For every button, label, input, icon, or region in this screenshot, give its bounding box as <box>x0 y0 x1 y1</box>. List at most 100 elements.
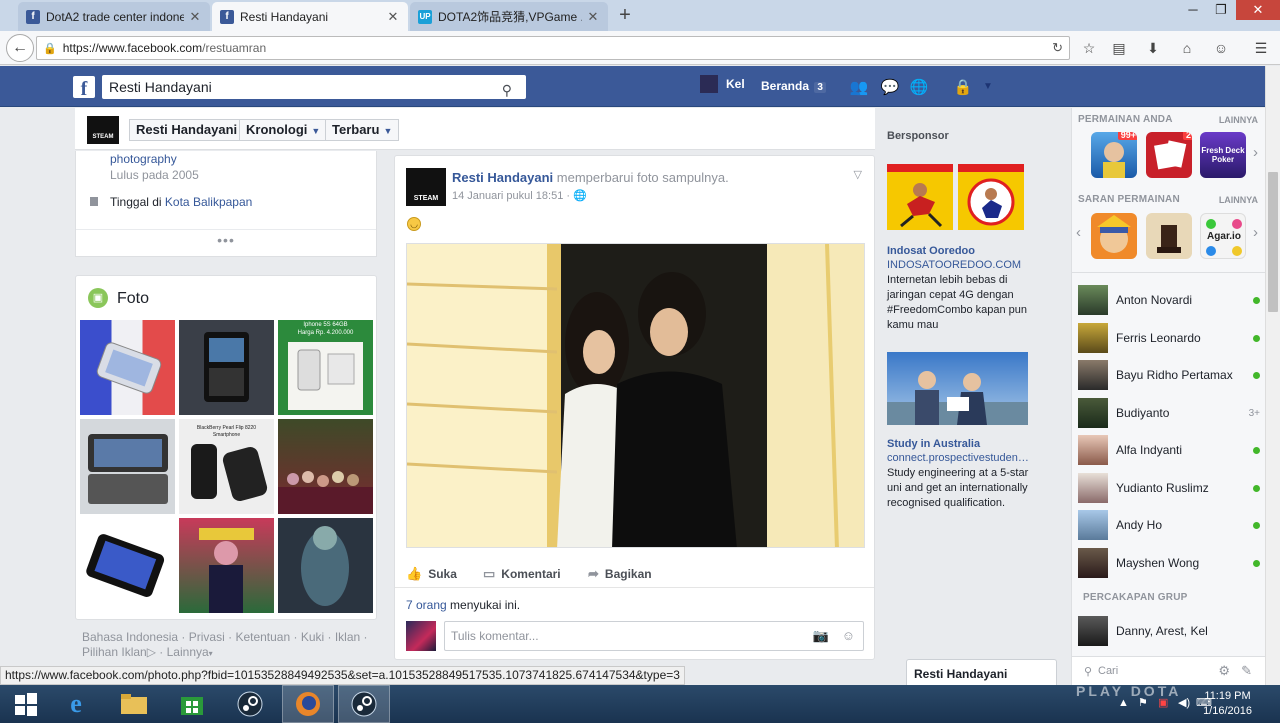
footer-link-terms[interactable]: Ketentuan <box>235 630 290 644</box>
new-tab-button[interactable]: + <box>614 4 636 26</box>
game-icon-fresh-deck-poker[interactable]: Fresh Deck Poker <box>1200 132 1246 178</box>
comment-button[interactable]: ▭ Komentari <box>483 566 561 582</box>
game-icon-agar-io[interactable]: Agar.io <box>1200 213 1246 259</box>
footer-link-privacy[interactable]: Privasi <box>189 630 225 644</box>
photo-thumb[interactable] <box>278 419 373 514</box>
photo-thumb[interactable] <box>179 518 274 613</box>
bookmark-star-icon[interactable]: ☆ <box>1080 39 1098 57</box>
suggest-more-link[interactable]: LAINNYA <box>1219 195 1258 205</box>
facebook-logo-icon[interactable]: f <box>73 76 95 100</box>
ad-image[interactable] <box>887 164 953 230</box>
photo-thumb[interactable]: Iphone 5S 64GB Harga Rp. 4.200.000 <box>278 320 373 415</box>
photo-thumb[interactable] <box>179 320 274 415</box>
game-icon-chess[interactable] <box>1146 213 1192 259</box>
taskbar-store[interactable] <box>166 685 218 723</box>
gear-icon[interactable]: ⚙ <box>1218 663 1230 679</box>
ad-domain[interactable]: connect.prospectivestudent.... <box>887 452 1029 464</box>
education-link[interactable]: photography <box>110 152 177 166</box>
chevron-right-icon[interactable]: › <box>1253 144 1258 161</box>
menu-icon[interactable]: ☰ <box>1252 39 1270 57</box>
taskbar-steam-window[interactable] <box>338 685 390 723</box>
footer-link-cookies[interactable]: Kuki <box>301 630 324 644</box>
close-window-button[interactable]: ✕ <box>1236 0 1280 20</box>
chat-contact[interactable]: Alfa Indyanti <box>1078 435 1260 465</box>
footer-link-ads[interactable]: Iklan <box>335 630 360 644</box>
games-more-link[interactable]: LAINNYA <box>1219 115 1258 125</box>
messages-icon[interactable]: 💬 <box>880 78 900 96</box>
taskbar-firefox[interactable] <box>282 685 334 723</box>
photo-thumb[interactable] <box>80 518 175 613</box>
ad-title[interactable]: Indosat Ooredoo <box>887 245 975 257</box>
taskbar-file-explorer[interactable] <box>108 685 160 723</box>
account-menu-chevron-icon[interactable]: ▼ <box>978 81 998 99</box>
reload-icon[interactable]: ↻ <box>1052 40 1063 56</box>
system-clock[interactable]: 11:19 PM 1/16/2016 <box>1203 689 1252 719</box>
home-link[interactable]: Beranda 3 <box>761 79 826 93</box>
profile-avatar[interactable]: STEAM <box>87 116 119 144</box>
search-input[interactable]: Resti Handayani ⚲ <box>102 75 526 99</box>
share-button[interactable]: ➦ Bagikan <box>588 566 652 582</box>
close-tab-icon[interactable]: ✕ <box>386 9 400 25</box>
chat-contact[interactable]: Mayshen Wong <box>1078 548 1260 578</box>
post-author-avatar[interactable]: STEAM <box>406 168 446 206</box>
home-icon[interactable]: ⌂ <box>1178 39 1196 57</box>
chat-contact[interactable]: Ferris Leonardo <box>1078 323 1260 353</box>
profile-name-button[interactable]: Resti Handayani <box>129 119 245 141</box>
photo-thumb[interactable]: BlackBerry Pearl Flip 8220 Smartphone <box>179 419 274 514</box>
chat-contact[interactable]: Andy Ho <box>1078 510 1260 540</box>
minimize-button[interactable]: ─ <box>1180 0 1206 20</box>
post-timestamp[interactable]: 14 Januari pukul 18:51 · 🌐 <box>452 189 587 202</box>
chat-contact[interactable]: Bayu Ridho Pertamax <box>1078 360 1260 390</box>
emoji-icon[interactable]: ☺ <box>842 622 855 650</box>
scrollbar-thumb[interactable] <box>1268 172 1278 312</box>
ad-domain[interactable]: INDOSATOOREDOO.COM <box>887 259 1029 271</box>
chat-contact[interactable]: Yudianto Ruslimz <box>1078 473 1260 503</box>
photo-thumb[interactable] <box>278 518 373 613</box>
timeline-button[interactable]: Kronologi ▼ <box>239 119 328 141</box>
page-scrollbar[interactable] <box>1265 66 1280 686</box>
url-bar[interactable]: 🔒 https://www.facebook.com/restuamran ↻ <box>36 36 1070 60</box>
post-author-link[interactable]: Resti Handayani <box>452 170 553 185</box>
group-chat[interactable]: Danny, Arest, Kel <box>1078 616 1260 646</box>
footer-link-language[interactable]: Bahasa Indonesia <box>82 630 178 644</box>
chat-icon[interactable]: ☺ <box>1212 39 1230 57</box>
chevron-right-icon[interactable]: › <box>1253 224 1258 241</box>
likes-count-link[interactable]: 7 orang <box>406 598 447 612</box>
ad-image[interactable] <box>887 352 1028 425</box>
chat-search-input[interactable]: ⚲ Cari ⚙ ✎ <box>1072 656 1270 685</box>
close-tab-icon[interactable]: ✕ <box>188 9 202 25</box>
chevron-left-icon[interactable]: ‹ <box>1076 224 1081 241</box>
game-icon-naruto[interactable] <box>1091 213 1137 259</box>
photo-thumb[interactable] <box>80 419 175 514</box>
game-icon-dragon-city[interactable]: 99+ <box>1091 132 1137 178</box>
camera-icon[interactable]: 📷 <box>813 622 829 650</box>
like-button[interactable]: 👍 Suka <box>406 566 457 582</box>
chat-tab[interactable]: Resti Handayani <box>906 659 1057 685</box>
taskbar-steam[interactable] <box>224 685 276 723</box>
profile-link[interactable]: Kel <box>700 75 745 93</box>
cover-photo[interactable] <box>406 243 865 548</box>
privacy-shortcuts-icon[interactable]: 🔒 <box>953 78 973 96</box>
photo-thumb[interactable] <box>80 320 175 415</box>
tab-vpgame[interactable]: UP DOTA2饰品竞猜,VPGame ... ✕ <box>410 2 608 31</box>
city-link[interactable]: Kota Balikpapan <box>165 195 252 209</box>
notifications-globe-icon[interactable]: 🌐 <box>909 78 929 96</box>
footer-link-more[interactable]: Lainnya <box>167 645 209 659</box>
taskbar-internet-explorer[interactable]: e <box>50 685 102 723</box>
compose-icon[interactable]: ✎ <box>1241 663 1252 679</box>
back-button[interactable]: ← <box>6 34 34 62</box>
chat-contact[interactable]: Anton Novardi <box>1078 285 1260 315</box>
footer-link-ad-choices[interactable]: Pilihan Iklan <box>82 645 147 659</box>
download-icon[interactable]: ⬇ <box>1144 39 1162 57</box>
search-icon[interactable]: ⚲ <box>502 78 512 102</box>
restore-button[interactable]: ❐ <box>1208 0 1234 20</box>
tab-dota2-trade[interactable]: f DotA2 trade center indone... ✕ <box>18 2 210 31</box>
reading-list-icon[interactable]: ▤ <box>1110 39 1128 57</box>
post-options-chevron-icon[interactable]: ▽ <box>854 168 862 181</box>
recent-button[interactable]: Terbaru ▼ <box>325 119 400 141</box>
comment-input[interactable]: Tulis komentar... 📷 ☺ <box>444 621 864 651</box>
ad-title[interactable]: Study in Australia <box>887 438 980 450</box>
photos-title[interactable]: Foto <box>117 290 149 308</box>
chat-contact[interactable]: Budiyanto 3+ <box>1078 398 1260 428</box>
more-button[interactable]: ••• <box>76 229 376 248</box>
